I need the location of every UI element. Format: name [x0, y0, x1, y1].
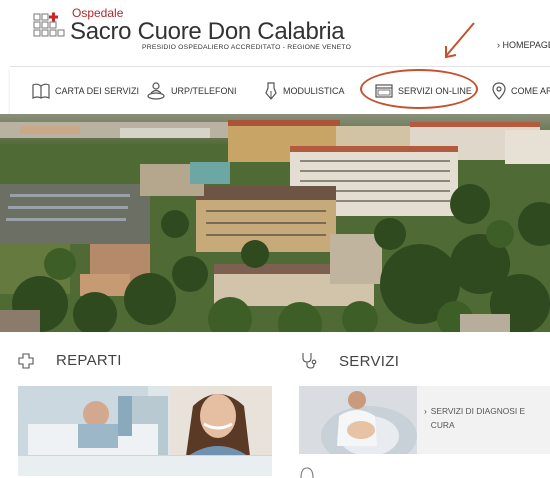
- brand-subtitle: PRESIDIO OSPEDALIERO ACCREDITATO - REGIO…: [142, 44, 352, 51]
- nav-item-label: COME AR: [511, 86, 550, 96]
- servizi-diagnosi-label: SERVIZI DI DIAGNOSI E CURA: [430, 406, 526, 430]
- stethoscope-icon: [302, 353, 317, 369]
- chevron-right-icon: ›: [424, 406, 427, 416]
- nav-item-modulistica[interactable]: MODULISTICA: [264, 67, 345, 115]
- hospital-logo-icon[interactable]: [33, 12, 65, 40]
- hero-aerial-photo: [0, 114, 550, 332]
- card-divider: [18, 455, 272, 456]
- nav-item-urp-telefoni[interactable]: URP/TELEFONI: [146, 67, 237, 115]
- nav-item-come-arrivare[interactable]: COME AR: [492, 67, 550, 115]
- nav-item-label: CARTA DEI SERVIZI: [55, 86, 140, 96]
- servizi-card[interactable]: › SERVIZI DI DIAGNOSI E CURA: [299, 386, 550, 454]
- annotation-arrow-icon: [445, 22, 475, 59]
- annotation-highlight-ellipse: [360, 69, 478, 109]
- location-pin-icon: [492, 82, 506, 100]
- nav-item-label: MODULISTICA: [283, 86, 345, 96]
- homepage-link[interactable]: › HOMEPAGE: [497, 40, 550, 50]
- nav-item-carta-dei-servizi[interactable]: CARTA DEI SERVIZI: [32, 67, 139, 115]
- brand-name[interactable]: Sacro Cuore Don Calabria: [70, 18, 345, 46]
- site-header: Ospedale Sacro Cuore Don Calabria PRESID…: [0, 0, 550, 66]
- servizi-diagnosi-link[interactable]: › SERVIZI DI DIAGNOSI E CURA: [424, 404, 541, 432]
- partial-icon: [300, 467, 314, 478]
- book-icon: [32, 83, 50, 99]
- pen-nib-icon: [265, 82, 277, 100]
- nav-item-label: URP/TELEFONI: [171, 86, 237, 96]
- reparti-card[interactable]: [18, 386, 272, 476]
- servizi-title: SERVIZI: [339, 352, 400, 370]
- plus-cross-icon: [18, 352, 34, 369]
- reparti-card-photo: [18, 386, 272, 476]
- reparti-title: REPARTI: [56, 352, 122, 369]
- person-phone-icon: [147, 82, 165, 100]
- servizi-card-photo: [299, 386, 417, 454]
- servizi-heading[interactable]: SERVIZI: [301, 352, 399, 370]
- reparti-heading[interactable]: REPARTI: [18, 352, 122, 369]
